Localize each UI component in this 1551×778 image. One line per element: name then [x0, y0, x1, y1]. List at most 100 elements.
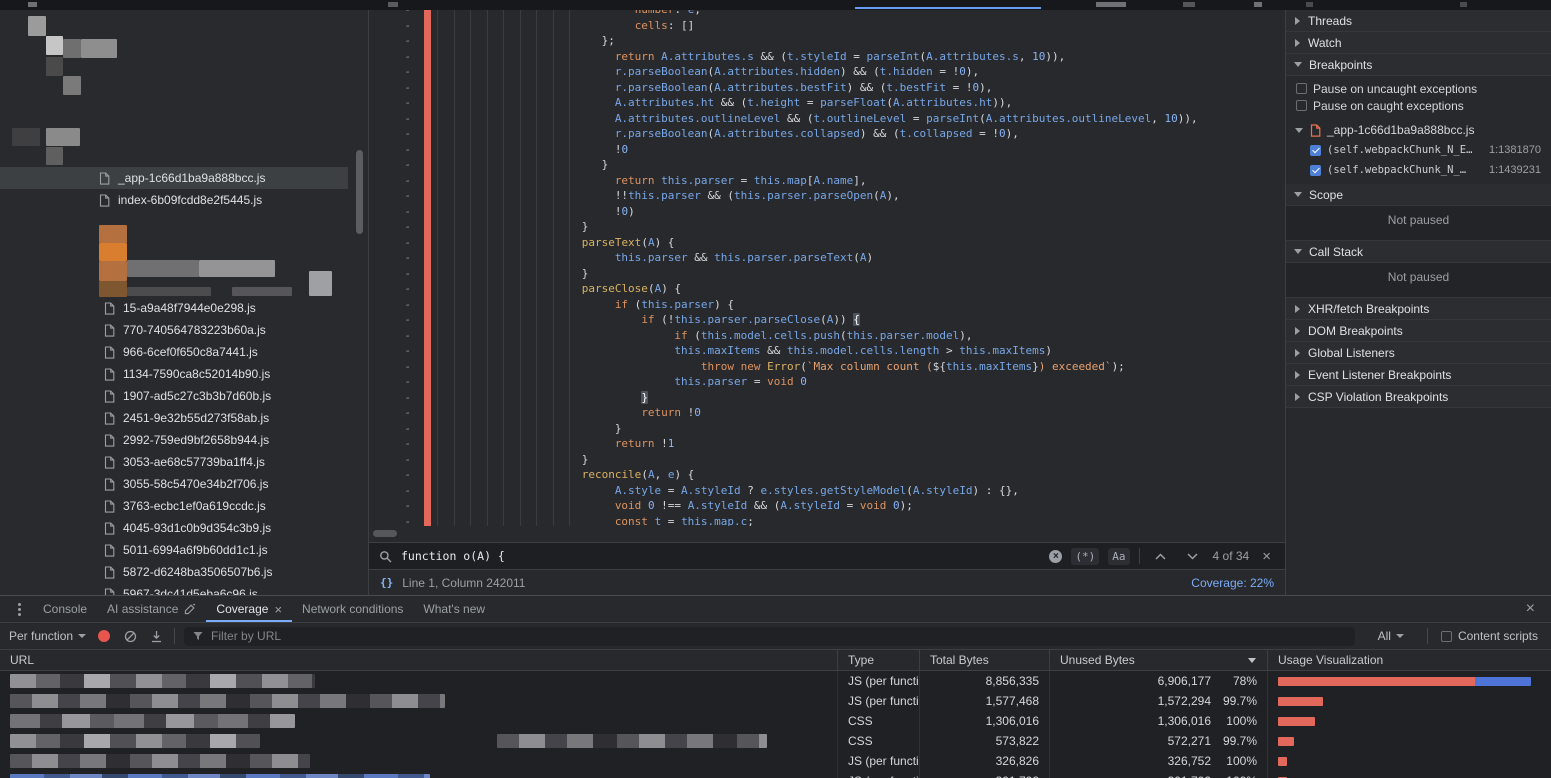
- file-item[interactable]: _app-1c66d1ba9a888bcc.js: [0, 167, 348, 189]
- line-number[interactable]: -: [369, 157, 411, 173]
- line-number[interactable]: -: [369, 281, 411, 297]
- file-item[interactable]: 3053-ae68c57739ba1ff4.js: [0, 451, 368, 473]
- section-dom-breakpoints[interactable]: DOM Breakpoints: [1286, 320, 1551, 342]
- section-call-stack[interactable]: Call Stack: [1286, 241, 1551, 263]
- line-number[interactable]: -: [369, 18, 411, 34]
- column-header-total-bytes[interactable]: Total Bytes: [920, 650, 1050, 670]
- line-number[interactable]: -: [369, 64, 411, 80]
- type-filter-select[interactable]: All: [1364, 629, 1418, 643]
- section-event-listener-breakpoints[interactable]: Event Listener Breakpoints: [1286, 364, 1551, 386]
- pretty-print-icon[interactable]: {}: [380, 576, 393, 589]
- line-number[interactable]: -: [369, 142, 411, 158]
- file-item[interactable]: 3763-ecbc1ef0a619ccdc.js: [0, 495, 368, 517]
- line-number[interactable]: -: [369, 33, 411, 49]
- column-header-unused-bytes[interactable]: Unused Bytes: [1050, 650, 1268, 670]
- find-query-input[interactable]: function o(A) {: [401, 549, 505, 563]
- navigator-scrollbar[interactable]: [356, 150, 363, 234]
- regex-toggle[interactable]: (*): [1071, 548, 1099, 565]
- file-item[interactable]: 1134-7590ca8c52014b90.js: [0, 363, 368, 385]
- table-row[interactable]: JS (per functi…301,702301,702100%: [0, 771, 1551, 778]
- line-number[interactable]: -: [369, 436, 411, 452]
- line-number[interactable]: -: [369, 95, 411, 111]
- file-item[interactable]: 5872-d6248ba3506507b6.js: [0, 561, 368, 583]
- file-item[interactable]: index-6b09fcdd8e2f5445.js: [0, 189, 368, 211]
- file-item[interactable]: 2992-759ed9bf2658b944.js: [0, 429, 368, 451]
- tab-network-conditions[interactable]: Network conditions: [292, 596, 413, 622]
- section-threads[interactable]: Threads: [1286, 10, 1551, 32]
- table-row[interactable]: CSS573,822572,27199.7%: [0, 731, 1551, 751]
- file-item[interactable]: 770-740564783223b60a.js: [0, 319, 368, 341]
- section-csp-violation-breakpoints[interactable]: CSP Violation Breakpoints: [1286, 386, 1551, 408]
- breakpoint-entry[interactable]: (self.webpackChunk_N_E…1:1381870: [1286, 140, 1551, 160]
- line-number[interactable]: -: [369, 111, 411, 127]
- line-number[interactable]: -: [369, 10, 411, 18]
- pause-caught-exceptions-row[interactable]: Pause on caught exceptions: [1286, 97, 1551, 114]
- section-breakpoints[interactable]: Breakpoints: [1286, 54, 1551, 76]
- line-number[interactable]: -: [369, 126, 411, 142]
- breakpoint-checkbox[interactable]: [1310, 165, 1321, 176]
- line-number[interactable]: -: [369, 452, 411, 468]
- table-row[interactable]: JS (per functi…1,577,4681,572,29499.7%: [0, 691, 1551, 711]
- line-number[interactable]: -: [369, 235, 411, 251]
- breakpoint-entry[interactable]: (self.webpackChunk_N_…1:1439231: [1286, 160, 1551, 180]
- column-header-url[interactable]: URL: [0, 650, 838, 670]
- export-coverage-icon[interactable]: [148, 630, 165, 643]
- line-number[interactable]: -: [369, 312, 411, 328]
- code-content[interactable]: number: e, cells: [] }; return A.attribu…: [436, 10, 1285, 526]
- content-scripts-checkbox[interactable]: [1441, 631, 1452, 642]
- line-number[interactable]: -: [369, 514, 411, 527]
- pause-caught-checkbox[interactable]: [1296, 100, 1307, 111]
- coverage-link[interactable]: Coverage: 22%: [1191, 576, 1274, 590]
- file-item[interactable]: 2451-9e32b55d273f58ab.js: [0, 407, 368, 429]
- tab-what-s-new[interactable]: What's new: [413, 596, 495, 622]
- code-area[interactable]: ---------------------------------- numbe…: [369, 10, 1285, 526]
- line-number-gutter[interactable]: ----------------------------------: [369, 10, 424, 526]
- breakpoint-file-group[interactable]: _app-1c66d1ba9a888bcc.js: [1286, 120, 1551, 140]
- find-close-button[interactable]: ×: [1258, 548, 1275, 565]
- pause-uncaught-exceptions-row[interactable]: Pause on uncaught exceptions: [1286, 80, 1551, 97]
- line-number[interactable]: -: [369, 204, 411, 220]
- line-number[interactable]: -: [369, 421, 411, 437]
- line-number[interactable]: -: [369, 328, 411, 344]
- column-header-usage-visualization[interactable]: Usage Visualization: [1268, 650, 1551, 670]
- file-item[interactable]: 5967-3dc41d5eba6c96.js: [0, 583, 368, 595]
- clear-coverage-icon[interactable]: [122, 630, 139, 643]
- line-number[interactable]: -: [369, 173, 411, 189]
- table-row[interactable]: JS (per functi…326,826326,752100%: [0, 751, 1551, 771]
- file-item[interactable]: 15-a9a48f7944e0e298.js: [0, 297, 368, 319]
- coverage-mode-select[interactable]: Per function: [9, 629, 86, 643]
- find-previous-button[interactable]: [1149, 551, 1172, 562]
- drawer-close-button[interactable]: ×: [1516, 600, 1545, 618]
- find-next-button[interactable]: [1181, 551, 1204, 562]
- tab-close-icon[interactable]: ×: [274, 602, 282, 617]
- section-global-listeners[interactable]: Global Listeners: [1286, 342, 1551, 364]
- line-number[interactable]: -: [369, 498, 411, 514]
- file-item[interactable]: 3055-58c5470e34b2f706.js: [0, 473, 368, 495]
- line-number[interactable]: -: [369, 219, 411, 235]
- section-scope[interactable]: Scope: [1286, 184, 1551, 206]
- more-tools-icon[interactable]: [18, 608, 21, 611]
- line-number[interactable]: -: [369, 390, 411, 406]
- line-number[interactable]: -: [369, 467, 411, 483]
- section-watch[interactable]: Watch: [1286, 32, 1551, 54]
- url-filter-input[interactable]: Filter by URL: [184, 627, 1355, 646]
- content-scripts-row[interactable]: Content scripts: [1437, 628, 1542, 645]
- file-item[interactable]: 966-6cef0f650c8a7441.js: [0, 341, 368, 363]
- line-number[interactable]: -: [369, 250, 411, 266]
- breakpoint-checkbox[interactable]: [1310, 145, 1321, 156]
- line-number[interactable]: -: [369, 374, 411, 390]
- column-header-type[interactable]: Type: [838, 650, 920, 670]
- section-xhr-fetch-breakpoints[interactable]: XHR/fetch Breakpoints: [1286, 298, 1551, 320]
- clear-input-icon[interactable]: ×: [1049, 550, 1062, 563]
- pause-uncaught-checkbox[interactable]: [1296, 83, 1307, 94]
- line-number[interactable]: -: [369, 188, 411, 204]
- tab-coverage[interactable]: Coverage×: [206, 596, 292, 622]
- file-item[interactable]: 5011-6994a6f9b60dd1c1.js: [0, 539, 368, 561]
- record-coverage-button[interactable]: [98, 630, 110, 642]
- line-number[interactable]: -: [369, 483, 411, 499]
- file-item[interactable]: 1907-ad5c27c3b3b7d60b.js: [0, 385, 368, 407]
- line-number[interactable]: -: [369, 359, 411, 375]
- tab-console[interactable]: Console: [33, 596, 97, 622]
- line-number[interactable]: -: [369, 405, 411, 421]
- line-number[interactable]: -: [369, 266, 411, 282]
